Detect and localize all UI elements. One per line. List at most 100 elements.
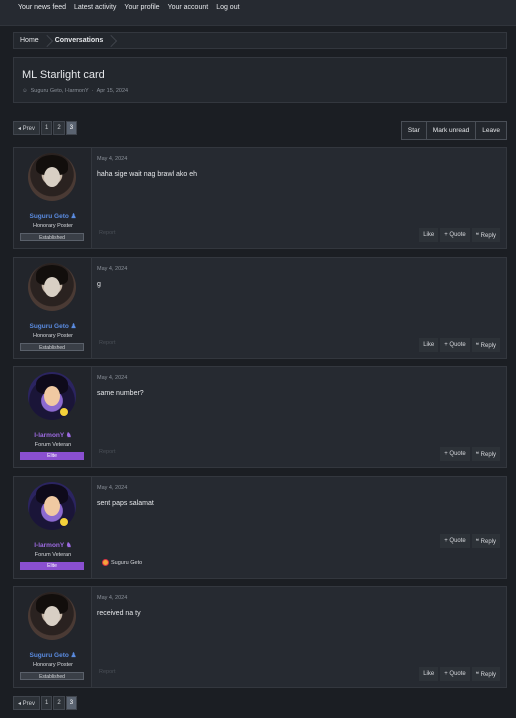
reply-button[interactable]: ❝ Reply bbox=[471, 667, 500, 681]
breadcrumb: Home Conversations bbox=[13, 32, 507, 49]
top-navigation: Your news feed Latest activity Your prof… bbox=[0, 0, 516, 26]
reaction-summary[interactable]: Suguru Geto bbox=[102, 559, 142, 566]
prev-page-button[interactable]: ◂ Prev bbox=[13, 121, 41, 135]
message-actions: Like + Quote ❝ Reply bbox=[419, 667, 500, 681]
reaction-emoji-icon bbox=[102, 559, 109, 566]
message-body: haha sige wait nag brawl ako eh bbox=[97, 171, 198, 178]
reply-button[interactable]: ❝ Reply bbox=[471, 447, 500, 461]
username[interactable]: I-larmonY ♞ bbox=[14, 541, 92, 549]
prev-page-button[interactable]: ◂ Prev bbox=[13, 696, 41, 710]
quote-button[interactable]: + Quote bbox=[440, 447, 470, 461]
user-title: Honorary Poster bbox=[32, 333, 74, 339]
message-actions: Like + Quote ❝ Reply bbox=[419, 228, 500, 242]
chevron-right-icon bbox=[105, 35, 118, 47]
participants[interactable]: Suguru Geto, I-larmonY bbox=[31, 88, 89, 94]
message: Suguru Geto ♟ Honorary Poster Establishe… bbox=[13, 586, 507, 688]
pagination-top: ◂ Prev 1 2 3 bbox=[13, 121, 78, 135]
message-actions: + Quote ❝ Reply bbox=[440, 534, 500, 548]
message-actions: + Quote ❝ Reply bbox=[440, 447, 500, 461]
user-group-icon: ♞ bbox=[65, 542, 72, 549]
conversation-header: ML Starlight card ☺ Suguru Geto, I-larmo… bbox=[13, 57, 507, 103]
user-plus-icon: ♟ bbox=[70, 652, 77, 659]
user-banner: Established bbox=[20, 343, 84, 351]
quote-button[interactable]: + Quote bbox=[440, 534, 470, 548]
message-user-panel: I-larmonY ♞ Forum Veteran Elite bbox=[14, 367, 92, 467]
avatar-face bbox=[44, 277, 60, 297]
message-date[interactable]: May 4, 2024 bbox=[97, 375, 127, 381]
quote-button[interactable]: + Quote bbox=[440, 228, 470, 242]
like-button[interactable]: Like bbox=[419, 338, 439, 352]
report-link[interactable]: Report bbox=[99, 340, 116, 346]
page-1[interactable]: 1 bbox=[41, 696, 53, 710]
page-3[interactable]: 3 bbox=[65, 121, 78, 135]
message-actions: Like + Quote ❝ Reply bbox=[419, 338, 500, 352]
like-button[interactable]: Like bbox=[419, 228, 439, 242]
user-title: Honorary Poster bbox=[32, 223, 74, 229]
page-2[interactable]: 2 bbox=[53, 121, 65, 135]
breadcrumb-home[interactable]: Home bbox=[14, 33, 53, 48]
user-title: Forum Veteran bbox=[34, 552, 72, 558]
message-date[interactable]: May 4, 2024 bbox=[97, 266, 127, 272]
message-body: same number? bbox=[97, 390, 144, 397]
message-user-panel: Suguru Geto ♟ Honorary Poster Establishe… bbox=[14, 148, 92, 248]
meta-separator: · bbox=[91, 88, 94, 94]
username[interactable]: Suguru Geto ♟ bbox=[14, 322, 92, 330]
avatar[interactable] bbox=[28, 153, 76, 201]
message-date[interactable]: May 4, 2024 bbox=[97, 485, 127, 491]
page-2[interactable]: 2 bbox=[53, 696, 65, 710]
nav-your-account[interactable]: Your account bbox=[168, 4, 209, 11]
page-title: ML Starlight card bbox=[22, 69, 105, 81]
message: I-larmonY ♞ Forum Veteran Elite May 4, 2… bbox=[13, 476, 507, 579]
message: Suguru Geto ♟ Honorary Poster Establishe… bbox=[13, 147, 507, 249]
message-user-panel: I-larmonY ♞ Forum Veteran Elite bbox=[14, 477, 92, 578]
avatar[interactable] bbox=[28, 263, 76, 311]
avatar[interactable] bbox=[28, 482, 76, 530]
reply-button[interactable]: ❝ Reply bbox=[471, 228, 500, 242]
report-link[interactable]: Report bbox=[99, 449, 116, 455]
message-date[interactable]: May 4, 2024 bbox=[97, 156, 127, 162]
quote-button[interactable]: + Quote bbox=[440, 667, 470, 681]
mark-unread-button[interactable]: Mark unread bbox=[425, 121, 477, 140]
star-button[interactable]: Star bbox=[400, 121, 427, 140]
user-title: Forum Veteran bbox=[34, 442, 72, 448]
leave-button[interactable]: Leave bbox=[475, 121, 507, 140]
user-banner: Established bbox=[20, 672, 84, 680]
like-button[interactable]: Like bbox=[419, 667, 439, 681]
avatar[interactable] bbox=[28, 592, 76, 640]
avatar[interactable] bbox=[28, 372, 76, 420]
nav-your-profile[interactable]: Your profile bbox=[124, 4, 159, 11]
page-1[interactable]: 1 bbox=[41, 121, 53, 135]
avatar-face bbox=[44, 167, 60, 187]
page-3[interactable]: 3 bbox=[65, 696, 78, 710]
avatar-badge-icon bbox=[60, 518, 68, 526]
quote-button[interactable]: + Quote bbox=[440, 338, 470, 352]
breadcrumb-home-label: Home bbox=[20, 37, 39, 44]
user-title: Honorary Poster bbox=[32, 662, 74, 668]
nav-latest-activity[interactable]: Latest activity bbox=[74, 4, 116, 11]
reply-button[interactable]: ❝ Reply bbox=[471, 534, 500, 548]
username-text: Suguru Geto bbox=[29, 323, 69, 330]
breadcrumb-conversations[interactable]: Conversations bbox=[49, 33, 118, 48]
username-text: Suguru Geto bbox=[29, 652, 69, 659]
message: I-larmonY ♞ Forum Veteran Elite May 4, 2… bbox=[13, 366, 507, 468]
user-group-icon: ♞ bbox=[65, 432, 72, 439]
user-banner: Elite bbox=[20, 562, 84, 570]
username[interactable]: Suguru Geto ♟ bbox=[14, 212, 92, 220]
message: Suguru Geto ♟ Honorary Poster Establishe… bbox=[13, 257, 507, 359]
avatar-face bbox=[44, 386, 60, 406]
username-text: I-larmonY bbox=[34, 432, 65, 439]
username-text: I-larmonY bbox=[34, 542, 65, 549]
nav-log-out[interactable]: Log out bbox=[216, 4, 239, 11]
avatar-badge-icon bbox=[60, 408, 68, 416]
user-plus-icon: ♟ bbox=[70, 323, 77, 330]
username[interactable]: I-larmonY ♞ bbox=[14, 431, 92, 439]
username[interactable]: Suguru Geto ♟ bbox=[14, 651, 92, 659]
breadcrumb-conversations-label: Conversations bbox=[54, 37, 104, 44]
report-link[interactable]: Report bbox=[99, 230, 116, 236]
report-link[interactable]: Report bbox=[99, 669, 116, 675]
participants-icon: ☺ bbox=[22, 88, 28, 94]
message-date[interactable]: May 4, 2024 bbox=[97, 595, 127, 601]
nav-news-feed[interactable]: Your news feed bbox=[18, 4, 66, 11]
top-nav-links: Your news feed Latest activity Your prof… bbox=[18, 4, 240, 11]
reply-button[interactable]: ❝ Reply bbox=[471, 338, 500, 352]
